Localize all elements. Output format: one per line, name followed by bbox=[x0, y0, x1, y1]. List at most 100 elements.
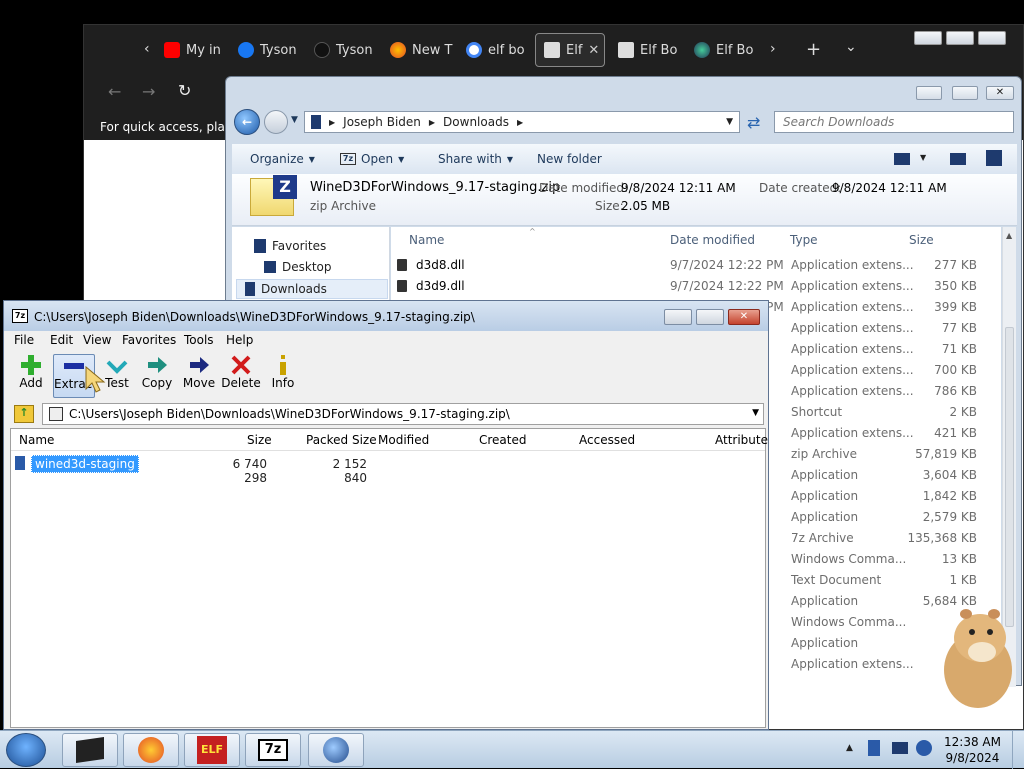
history-chevron-icon[interactable]: ▼ bbox=[291, 115, 298, 125]
taskbar-elf3[interactable]: ELF bbox=[184, 733, 240, 767]
nav-favorites-label: Favorites bbox=[272, 239, 327, 253]
zip-column-modified[interactable]: Modified bbox=[378, 433, 429, 447]
zip-column-created[interactable]: Created bbox=[479, 433, 527, 447]
explorer-close-button[interactable]: ✕ bbox=[986, 86, 1014, 100]
7zip-close-button[interactable]: ✕ bbox=[728, 309, 760, 325]
path-dropdown-icon[interactable]: ▼ bbox=[752, 408, 759, 418]
tab-youtube[interactable]: My in bbox=[156, 33, 226, 67]
breadcrumb-downloads[interactable]: Downloads bbox=[443, 115, 509, 129]
new-tab-plus-icon[interactable]: + bbox=[806, 39, 821, 60]
scrollbar-thumb[interactable] bbox=[1005, 327, 1014, 627]
favorites-star-icon bbox=[254, 239, 266, 253]
organize-menu[interactable]: Organize ▼ bbox=[250, 152, 315, 166]
explorer-address-bar[interactable]: ▶ Joseph Biden ▶ Downloads ▶ ▼ bbox=[304, 111, 740, 133]
info-button[interactable]: Info bbox=[262, 354, 304, 398]
forward-arrow-icon[interactable]: → bbox=[142, 82, 155, 101]
tab-tiktok[interactable]: Tyson bbox=[306, 33, 378, 67]
open-menu[interactable]: 7z Open ▼ bbox=[340, 152, 404, 166]
column-header-size[interactable]: Size bbox=[909, 233, 934, 247]
breadcrumb-separator-icon: ▶ bbox=[516, 117, 524, 127]
add-button[interactable]: Add bbox=[10, 354, 52, 398]
taskbar-globe-app[interactable] bbox=[308, 733, 364, 767]
tab-elf-bo-2[interactable]: Elf Bo bbox=[686, 33, 758, 67]
delete-button[interactable]: Delete bbox=[220, 354, 262, 398]
explorer-search-input[interactable]: Search Downloads bbox=[774, 111, 1014, 133]
menu-favorites[interactable]: Favorites bbox=[122, 333, 176, 347]
preview-pane-icon[interactable] bbox=[950, 153, 966, 165]
tray-overflow-icon[interactable]: ▲ bbox=[846, 743, 853, 753]
file-type: Application bbox=[791, 468, 859, 482]
menu-help[interactable]: Help bbox=[226, 333, 253, 347]
taskbar-firefox[interactable] bbox=[123, 733, 179, 767]
7zip-path-input[interactable]: C:\Users\Joseph Biden\Downloads\WineD3DF… bbox=[42, 403, 764, 425]
tab-list-chevron-icon[interactable]: ⌄ bbox=[845, 39, 857, 55]
new-folder-button[interactable]: New folder bbox=[537, 152, 602, 166]
column-header-type[interactable]: Type bbox=[790, 233, 818, 247]
nav-favorites[interactable]: Favorites bbox=[254, 239, 326, 253]
back-arrow-icon[interactable]: ← bbox=[108, 82, 121, 101]
explorer-minimize-button[interactable] bbox=[916, 86, 942, 100]
tab-scroll-right-icon[interactable]: › bbox=[770, 41, 776, 57]
taskbar-7zip[interactable]: 7z bbox=[245, 733, 301, 767]
breadcrumb-joseph-biden[interactable]: Joseph Biden bbox=[343, 115, 421, 129]
view-chevron-icon[interactable]: ▼ bbox=[920, 153, 926, 162]
reload-icon[interactable]: ↻ bbox=[178, 81, 191, 100]
zip-column-accessed[interactable]: Accessed bbox=[579, 433, 635, 447]
zip-row-name[interactable]: wined3d-staging bbox=[31, 455, 139, 473]
share-with-menu[interactable]: Share with ▼ bbox=[438, 152, 513, 166]
start-button-icon[interactable] bbox=[6, 733, 46, 767]
explorer-maximize-button[interactable] bbox=[952, 86, 978, 100]
chevron-down-icon: ▼ bbox=[506, 154, 514, 164]
tray-device-icon[interactable] bbox=[868, 740, 880, 756]
show-desktop-button[interactable] bbox=[1012, 731, 1024, 769]
zip-column-name[interactable]: Name bbox=[19, 433, 54, 447]
zip-column-packed[interactable]: Packed Size bbox=[306, 433, 377, 447]
column-header-name[interactable]: Name bbox=[409, 233, 444, 247]
file-size: 399 KB bbox=[934, 300, 977, 314]
tray-volume-icon[interactable] bbox=[916, 740, 932, 756]
folder-up-icon[interactable]: ↑ bbox=[14, 405, 34, 423]
zip-column-size[interactable]: Size bbox=[247, 433, 272, 447]
nav-desktop[interactable]: Desktop bbox=[264, 260, 332, 274]
browser-minimize-button[interactable] bbox=[914, 31, 942, 45]
tab-scroll-left-icon[interactable]: ‹ bbox=[144, 41, 150, 57]
file-type: Application bbox=[791, 636, 859, 650]
taskbar-clock[interactable]: 12:38 AM 9/8/2024 bbox=[944, 734, 1001, 766]
scroll-up-icon[interactable]: ▲ bbox=[1006, 231, 1012, 240]
firefox-icon bbox=[138, 737, 164, 763]
tab-google[interactable]: elf bo bbox=[458, 33, 532, 67]
tab-elf-active[interactable]: Elf ✕ bbox=[535, 33, 605, 67]
move-button[interactable]: Move bbox=[178, 354, 220, 398]
tray-network-icon[interactable] bbox=[892, 742, 908, 754]
browser-maximize-button[interactable] bbox=[946, 31, 974, 45]
tab-facebook[interactable]: Tyson bbox=[230, 33, 302, 67]
menu-file[interactable]: File bbox=[14, 333, 34, 347]
tab-new[interactable]: New T bbox=[382, 33, 454, 67]
7zip-maximize-button[interactable] bbox=[696, 309, 724, 325]
refresh-icon[interactable]: ⇄ bbox=[747, 113, 760, 132]
help-icon[interactable] bbox=[986, 150, 1002, 166]
tab-close-icon[interactable]: ✕ bbox=[588, 43, 599, 58]
back-button-icon[interactable]: ← bbox=[234, 109, 260, 135]
menu-view[interactable]: View bbox=[83, 333, 111, 347]
menu-tools[interactable]: Tools bbox=[184, 333, 214, 347]
forward-button-icon[interactable] bbox=[264, 110, 288, 134]
file-date: 9/7/2024 12:22 PM bbox=[670, 279, 784, 293]
zip-column-attributes[interactable]: Attribute bbox=[715, 433, 768, 447]
taskbar-terminal[interactable] bbox=[62, 733, 118, 767]
view-options-icon[interactable] bbox=[894, 153, 910, 165]
menu-edit[interactable]: Edit bbox=[50, 333, 73, 347]
nav-downloads[interactable]: Downloads bbox=[236, 279, 388, 299]
tab-elf-bo[interactable]: Elf Bo bbox=[610, 33, 682, 67]
nav-desktop-label: Desktop bbox=[282, 260, 332, 274]
list-item[interactable]: d3d8.dll 9/7/2024 12:22 PM Application ext… bbox=[391, 255, 1001, 276]
address-dropdown-icon[interactable]: ▼ bbox=[726, 117, 733, 127]
7zip-minimize-button[interactable] bbox=[664, 309, 692, 325]
file-size: 1,842 KB bbox=[922, 489, 977, 503]
table-row[interactable]: wined3d-staging 6 740 298 2 152 840 bbox=[11, 453, 765, 485]
copy-button[interactable]: Copy bbox=[136, 354, 178, 398]
column-header-date[interactable]: Date modified bbox=[670, 233, 755, 247]
browser-close-button[interactable] bbox=[978, 31, 1006, 45]
list-item[interactable]: d3d9.dll 9/7/2024 12:22 PM Application ext… bbox=[391, 276, 1001, 297]
date-created-value: 9/8/2024 12:11 AM bbox=[832, 181, 947, 195]
